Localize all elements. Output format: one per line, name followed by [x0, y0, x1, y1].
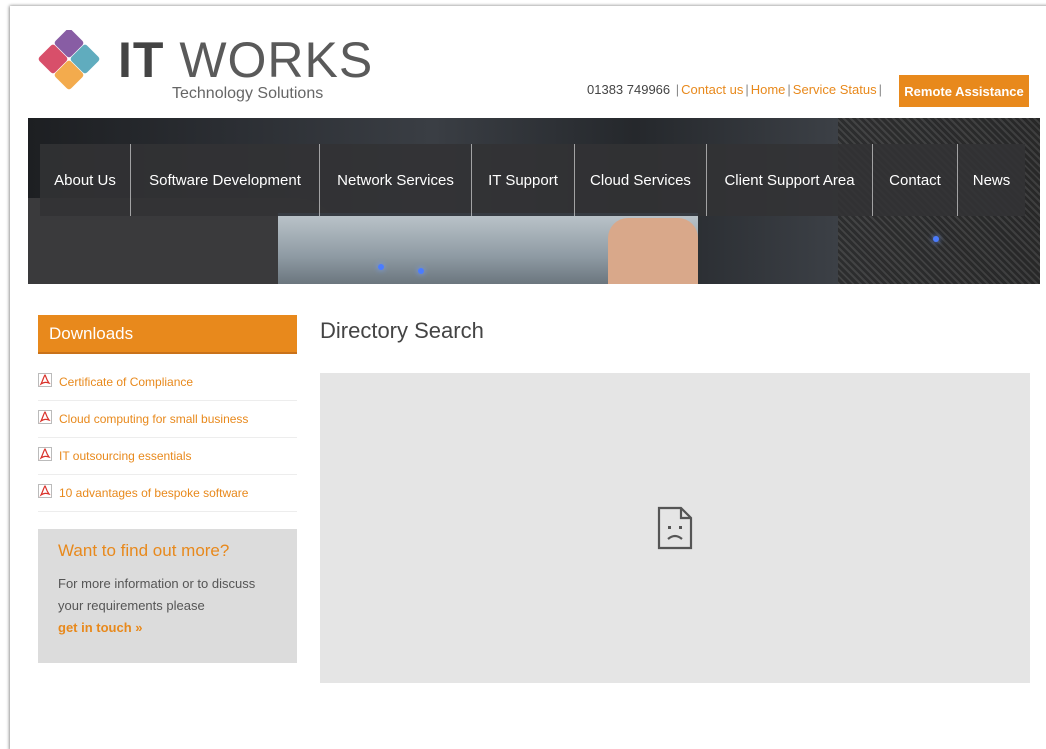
download-label: 10 advantages of bespoke software [59, 486, 249, 500]
downloads-list: Certificate of Compliance Cloud computin… [38, 364, 297, 512]
phone-number: 01383 749966 [587, 82, 671, 97]
nav-about-us[interactable]: About Us [40, 144, 131, 216]
pdf-icon [38, 447, 52, 461]
cta-title: Want to find out more? [58, 541, 230, 560]
get-in-touch-link[interactable]: get in touch » [58, 617, 143, 639]
download-item[interactable]: Certificate of Compliance [38, 364, 297, 401]
pdf-icon [38, 484, 52, 498]
service-status-link[interactable]: Service Status [793, 82, 877, 97]
download-item[interactable]: IT outsourcing essentials [38, 438, 297, 475]
page-title: Directory Search [320, 318, 484, 343]
separator: | [675, 82, 680, 97]
pdf-icon [38, 373, 52, 387]
download-label: Certificate of Compliance [59, 375, 194, 389]
logo-tagline: Technology Solutions [172, 85, 324, 102]
download-label: Cloud computing for small business [59, 412, 249, 426]
site-logo[interactable]: IT WORKS Technology Solutions [38, 30, 378, 110]
nav-it-support[interactable]: IT Support [472, 144, 575, 216]
nav-news[interactable]: News [958, 144, 1025, 216]
find-out-more-box: Want to find out more? For more informat… [38, 529, 297, 663]
separator: | [787, 82, 791, 97]
logo-mark-icon [38, 30, 100, 90]
banner-led [378, 264, 384, 270]
logo-wordmark-it: IT [118, 32, 165, 88]
logo-wordmark-works: WORKS [179, 32, 374, 88]
nav-contact[interactable]: Contact [873, 144, 958, 216]
pdf-icon [38, 410, 52, 424]
nav-software-development[interactable]: Software Development [131, 144, 320, 216]
remote-assistance-button[interactable]: Remote Assistance [899, 75, 1029, 107]
download-label: IT outsourcing essentials [59, 449, 192, 463]
nav-network-services[interactable]: Network Services [320, 144, 472, 216]
download-item[interactable]: 10 advantages of bespoke software [38, 475, 297, 512]
top-links: 01383 749966 | Contact us | Home | Service St… [587, 82, 884, 97]
directory-search-frame[interactable] [320, 373, 1030, 683]
separator: | [878, 82, 883, 97]
nav-cloud-services[interactable]: Cloud Services [575, 144, 707, 216]
cta-body: For more information or to discuss your … [58, 576, 256, 613]
banner-led [418, 268, 424, 274]
banner-led [933, 236, 939, 242]
download-item[interactable]: Cloud computing for small business [38, 401, 297, 438]
contact-us-link[interactable]: Contact us [681, 82, 743, 97]
separator: | [745, 82, 749, 97]
logo-wordmark: IT WORKS [118, 32, 373, 88]
banner-hand-image [608, 218, 698, 284]
broken-page-icon [657, 506, 693, 550]
home-link[interactable]: Home [751, 82, 786, 97]
downloads-heading: Downloads [38, 315, 297, 354]
main-nav: About Us Software Development Network Se… [40, 144, 1025, 216]
nav-client-support-area[interactable]: Client Support Area [707, 144, 873, 216]
